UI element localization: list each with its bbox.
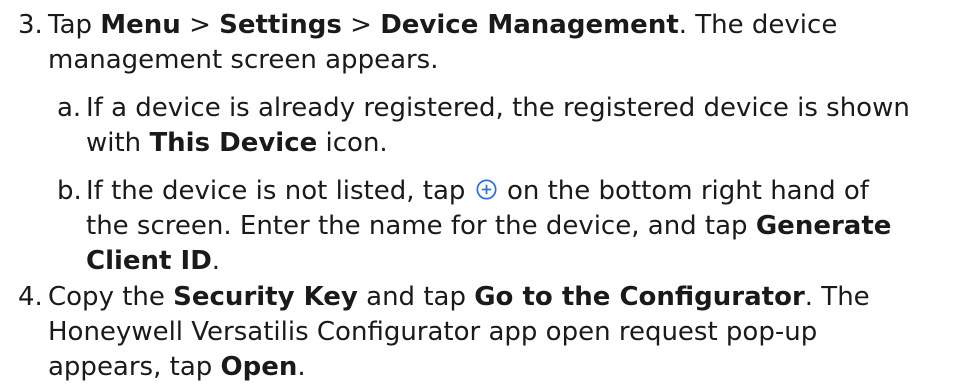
- step-line: management screen appears.: [48, 45, 439, 75]
- substep-line: with This Device icon.: [86, 128, 388, 158]
- document-page: 3. Tap Menu > Settings > Device Manageme…: [0, 0, 971, 392]
- step-line: appears, tap Open.: [48, 352, 306, 382]
- substep-line: If a device is already registered, the r…: [86, 93, 910, 123]
- this-device-term: This Device: [149, 128, 318, 158]
- substep-line: Client ID.: [86, 246, 221, 276]
- open-term: Open: [220, 352, 298, 382]
- client-id-term: Client ID: [86, 246, 212, 276]
- step-3: 3. Tap Menu > Settings > Device Manageme…: [18, 8, 968, 78]
- menu-term: Menu: [100, 10, 181, 40]
- step-text: Tap Menu > Settings > Device Management.…: [48, 8, 968, 78]
- step-line: Tap Menu > Settings > Device Management.…: [48, 10, 838, 40]
- settings-term: Settings: [219, 10, 342, 40]
- substep-letter: a.: [57, 93, 82, 123]
- step-line: Copy the Security Key and tap Go to the …: [48, 282, 870, 312]
- step-number: 3.: [18, 10, 43, 40]
- substep-text: If the device is not listed, tap on the …: [86, 174, 969, 279]
- generate-term: Generate: [755, 211, 892, 241]
- substep-a: a. If a device is already registered, th…: [57, 91, 969, 161]
- step-line: Honeywell Versatilis Configurator app op…: [48, 317, 818, 347]
- step-number: 4.: [18, 282, 43, 312]
- device-management-term: Device Management: [380, 10, 679, 40]
- go-to-configurator-term: Go to the Configurator: [474, 282, 805, 312]
- substep-text: If a device is already registered, the r…: [86, 91, 969, 161]
- substep-line: the screen. Enter the name for the devic…: [86, 211, 892, 241]
- step-4: 4. Copy the Security Key and tap Go to t…: [18, 280, 968, 385]
- substep-b: b. If the device is not listed, tap on t…: [57, 174, 969, 279]
- plus-circle-icon: [476, 179, 497, 200]
- security-key-term: Security Key: [173, 282, 358, 312]
- step-text: Copy the Security Key and tap Go to the …: [48, 280, 968, 385]
- substep-line: If the device is not listed, tap on the …: [86, 176, 869, 206]
- substep-letter: b.: [57, 176, 82, 206]
